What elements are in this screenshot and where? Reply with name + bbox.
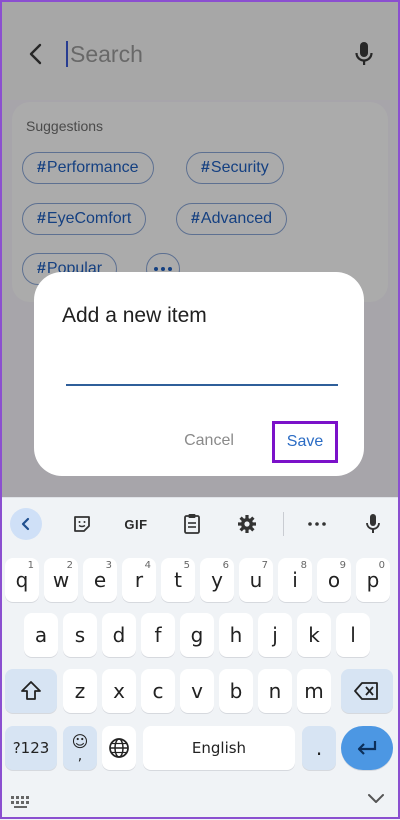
language-key[interactable]	[102, 726, 136, 770]
shift-icon	[21, 681, 41, 700]
key-label: p	[366, 568, 380, 592]
toolbar-divider	[283, 512, 284, 536]
gif-button[interactable]: GIF	[120, 508, 152, 540]
key-i[interactable]: i8	[278, 558, 312, 602]
symbols-key[interactable]: ?123	[5, 726, 57, 770]
enter-icon	[357, 741, 377, 755]
key-label: y	[211, 568, 223, 592]
key-n[interactable]: n	[258, 669, 292, 713]
key-e[interactable]: e3	[83, 558, 117, 602]
key-t[interactable]: t5	[161, 558, 195, 602]
key-l[interactable]: l	[336, 613, 370, 657]
key-hint: 1	[27, 560, 34, 571]
key-f[interactable]: f	[141, 613, 175, 657]
clipboard-icon	[184, 514, 200, 534]
key-k[interactable]: k	[297, 613, 331, 657]
key-y[interactable]: y6	[200, 558, 234, 602]
microphone-icon	[366, 514, 380, 533]
dialog-title: Add a new item	[62, 304, 207, 327]
sticker-icon	[74, 516, 90, 532]
key-label: e	[93, 568, 107, 592]
key-r[interactable]: r4	[122, 558, 156, 602]
backspace-icon	[354, 682, 378, 700]
voice-input-button[interactable]	[357, 508, 389, 540]
key-d[interactable]: d	[102, 613, 136, 657]
key-a[interactable]: a	[24, 613, 58, 657]
key-label: o	[327, 568, 341, 592]
key-m[interactable]: m	[297, 669, 331, 713]
gear-icon	[238, 515, 256, 533]
space-key[interactable]: English	[143, 726, 295, 770]
key-label: t	[174, 568, 182, 592]
key-label: i	[292, 568, 298, 592]
key-hint: 9	[339, 560, 346, 571]
key-hint: 6	[222, 560, 229, 571]
key-x[interactable]: x	[102, 669, 136, 713]
comma-label: ,	[77, 748, 83, 764]
key-hint: 7	[261, 560, 268, 571]
key-label: r	[134, 568, 144, 592]
key-label: w	[52, 568, 70, 592]
key-c[interactable]: c	[141, 669, 175, 713]
key-v[interactable]: v	[180, 669, 214, 713]
key-p[interactable]: p0	[356, 558, 390, 602]
emoji-key[interactable]: ☺ ,	[63, 726, 97, 770]
key-q[interactable]: q1	[5, 558, 39, 602]
key-hint: 2	[66, 560, 73, 571]
more-options-button[interactable]	[301, 508, 333, 540]
key-z[interactable]: z	[63, 669, 97, 713]
key-h[interactable]: h	[219, 613, 253, 657]
backspace-key[interactable]	[341, 669, 393, 713]
settings-button[interactable]	[231, 508, 263, 540]
key-s[interactable]: s	[63, 613, 97, 657]
period-key[interactable]: .	[302, 726, 336, 770]
add-item-dialog: Add a new item Cancel Save	[34, 272, 364, 476]
key-hint: 0	[378, 560, 385, 571]
collapse-toolbar-button[interactable]	[10, 508, 42, 540]
keyboard-nav-bar	[0, 788, 400, 820]
enter-key[interactable]	[341, 726, 393, 770]
key-w[interactable]: w2	[44, 558, 78, 602]
key-label: u	[249, 568, 263, 592]
key-label: q	[15, 568, 29, 592]
key-u[interactable]: u7	[239, 558, 273, 602]
globe-icon	[109, 738, 129, 758]
on-screen-keyboard: GIF q1 w2 e3 r4 t5 y6 u7 i8 o9 p0 a s d …	[0, 497, 400, 820]
key-o[interactable]: o9	[317, 558, 351, 602]
key-b[interactable]: b	[219, 669, 253, 713]
key-hint: 4	[144, 560, 151, 571]
sticker-button[interactable]	[66, 508, 98, 540]
clipboard-button[interactable]	[176, 508, 208, 540]
key-hint: 3	[105, 560, 112, 571]
chevron-down-icon[interactable]	[366, 792, 386, 806]
more-horizontal-icon	[308, 522, 326, 526]
shift-key[interactable]	[5, 669, 57, 713]
key-j[interactable]: j	[258, 613, 292, 657]
new-item-input[interactable]	[66, 348, 338, 386]
cancel-button[interactable]: Cancel	[174, 424, 244, 458]
key-hint: 8	[300, 560, 307, 571]
save-button[interactable]: Save	[272, 421, 338, 463]
keyboard-toolbar: GIF	[0, 498, 400, 550]
key-g[interactable]: g	[180, 613, 214, 657]
keyboard-grid-icon[interactable]	[10, 794, 34, 810]
chevron-left-icon	[21, 517, 30, 531]
key-hint: 5	[183, 560, 190, 571]
